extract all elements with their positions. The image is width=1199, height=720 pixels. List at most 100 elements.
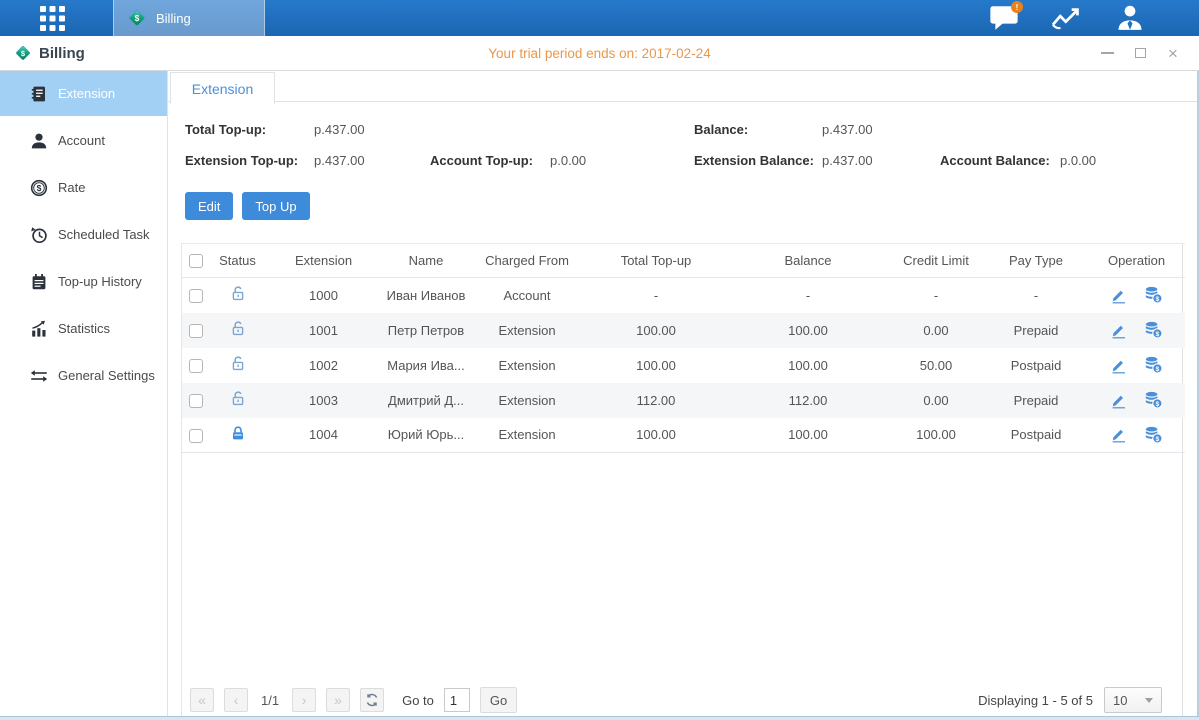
cell-balance: 100.00 [728, 313, 888, 348]
cell-name: Мария Ива... [382, 348, 470, 383]
edit-row-button[interactable] [1110, 287, 1127, 304]
edit-row-button[interactable] [1110, 322, 1127, 339]
cell-extension: 1002 [265, 348, 382, 383]
cell-charged-from: Extension [470, 383, 584, 418]
billing-app-window: $ Billing ! [0, 0, 1199, 720]
lock-open-icon [230, 390, 246, 407]
row-checkbox[interactable] [189, 359, 203, 373]
column-credit-limit: Credit Limit [888, 244, 984, 278]
cell-pay-type: - [984, 278, 1088, 313]
displaying-text: Displaying 1 - 5 of 5 [978, 693, 1093, 708]
sidebar-item-topup-history[interactable]: Top-up History [0, 259, 167, 304]
extension-topup-label: Extension Top-up: [185, 153, 314, 168]
sidebar-item-account[interactable]: Account [0, 118, 167, 163]
table-row[interactable]: 1003 Дмитрий Д... Extension 112.00 112.0… [182, 383, 1185, 418]
tab-extension[interactable]: Extension [170, 72, 275, 104]
next-page-button[interactable]: › [292, 688, 316, 712]
sidebar-item-label: Top-up History [58, 274, 142, 289]
top-up-row-button[interactable]: $ [1144, 391, 1163, 409]
sidebar-item-extension[interactable]: Extension [0, 71, 167, 116]
account-topup-value: p.0.00 [550, 153, 694, 168]
cell-total-topup: 100.00 [584, 348, 728, 383]
sidebar-item-label: Statistics [58, 321, 110, 336]
sidebar-item-general-settings[interactable]: General Settings [0, 353, 167, 398]
go-button[interactable]: Go [480, 687, 517, 713]
account-balance-value: p.0.00 [1060, 153, 1096, 168]
cell-credit-limit: 50.00 [888, 348, 984, 383]
main-area: Extension Account $ Rate [0, 71, 1199, 716]
edit-row-button[interactable] [1110, 392, 1127, 409]
cell-charged-from: Extension [470, 418, 584, 453]
open-app-tab-billing[interactable]: $ Billing [113, 0, 265, 36]
cell-total-topup: - [584, 278, 728, 313]
row-checkbox[interactable] [189, 324, 203, 338]
user-account-button[interactable] [1113, 2, 1147, 34]
action-buttons: Edit Top Up [185, 192, 1197, 220]
cell-name: Петр Петров [382, 313, 470, 348]
page-size-select[interactable]: 10 [1104, 687, 1162, 713]
sidebar-item-label: Extension [58, 86, 115, 101]
page-indicator: 1/1 [261, 693, 279, 708]
first-page-button[interactable]: « [190, 688, 214, 712]
column-charged-from: Charged From [470, 244, 584, 278]
select-all-checkbox[interactable] [189, 254, 203, 268]
top-up-row-button[interactable]: $ [1144, 356, 1163, 374]
cell-extension: 1003 [265, 383, 382, 418]
cell-balance: 100.00 [728, 418, 888, 453]
balance-label: Balance: [694, 122, 822, 137]
calendar-icon [30, 273, 48, 291]
row-checkbox[interactable] [189, 289, 203, 303]
notifications-button[interactable]: ! [987, 2, 1021, 34]
sidebar: Extension Account $ Rate [0, 71, 168, 716]
window-bottom-edge [0, 716, 1199, 720]
refresh-button[interactable] [360, 688, 384, 712]
last-page-button[interactable]: » [326, 688, 350, 712]
notification-badge: ! [1011, 1, 1023, 13]
top-up-row-button[interactable]: $ [1144, 426, 1163, 444]
extension-table: Status Extension Name Charged From Total… [182, 243, 1185, 453]
edit-row-button[interactable] [1110, 357, 1127, 374]
table-row[interactable]: 1000 Иван Иванов Account - - - - $ [182, 278, 1185, 313]
cell-charged-from: Extension [470, 313, 584, 348]
column-extension: Extension [265, 244, 382, 278]
cell-name: Иван Иванов [382, 278, 470, 313]
app-grid-menu-button[interactable] [37, 3, 67, 33]
row-checkbox[interactable] [189, 394, 203, 408]
edit-button[interactable]: Edit [185, 192, 233, 220]
sidebar-item-scheduled-task[interactable]: Scheduled Task [0, 212, 167, 257]
person-icon [30, 132, 48, 150]
table-row[interactable]: 1004 Юрий Юрь... Extension 100.00 100.00… [182, 418, 1185, 453]
cell-pay-type: Prepaid [984, 383, 1088, 418]
extension-balance-label: Extension Balance: [694, 153, 822, 168]
resource-monitor-button[interactable] [1050, 2, 1084, 34]
cell-balance: - [728, 278, 888, 313]
sidebar-item-rate[interactable]: $ Rate [0, 165, 167, 210]
total-topup-label: Total Top-up: [185, 122, 314, 137]
pagination-bar: « ‹ 1/1 › » Go to Go [182, 684, 1182, 716]
previous-page-button[interactable]: ‹ [224, 688, 248, 712]
cell-charged-from: Extension [470, 348, 584, 383]
row-checkbox[interactable] [189, 429, 203, 443]
grid-icon [39, 5, 66, 32]
column-balance: Balance [728, 244, 888, 278]
goto-label: Go to [402, 693, 434, 708]
sidebar-item-statistics[interactable]: Statistics [0, 306, 167, 351]
top-up-row-button[interactable]: $ [1144, 286, 1163, 304]
cell-name: Дмитрий Д... [382, 383, 470, 418]
minimize-button[interactable] [1099, 45, 1115, 61]
topbar-actions: ! [987, 0, 1199, 36]
column-status: Status [210, 244, 265, 278]
maximize-button[interactable] [1132, 45, 1148, 61]
edit-row-button[interactable] [1110, 426, 1127, 443]
cell-credit-limit: 100.00 [888, 418, 984, 453]
balance-value: p.437.00 [822, 122, 873, 137]
extension-book-icon [30, 85, 48, 103]
table-row[interactable]: 1001 Петр Петров Extension 100.00 100.00… [182, 313, 1185, 348]
table-row[interactable]: 1002 Мария Ива... Extension 100.00 100.0… [182, 348, 1185, 383]
goto-page-input[interactable] [444, 688, 470, 712]
top-up-row-button[interactable]: $ [1144, 321, 1163, 339]
pencil-icon [1110, 287, 1127, 304]
top-up-button[interactable]: Top Up [242, 192, 309, 220]
close-button[interactable]: × [1165, 45, 1181, 61]
page-size-value: 10 [1113, 693, 1127, 708]
